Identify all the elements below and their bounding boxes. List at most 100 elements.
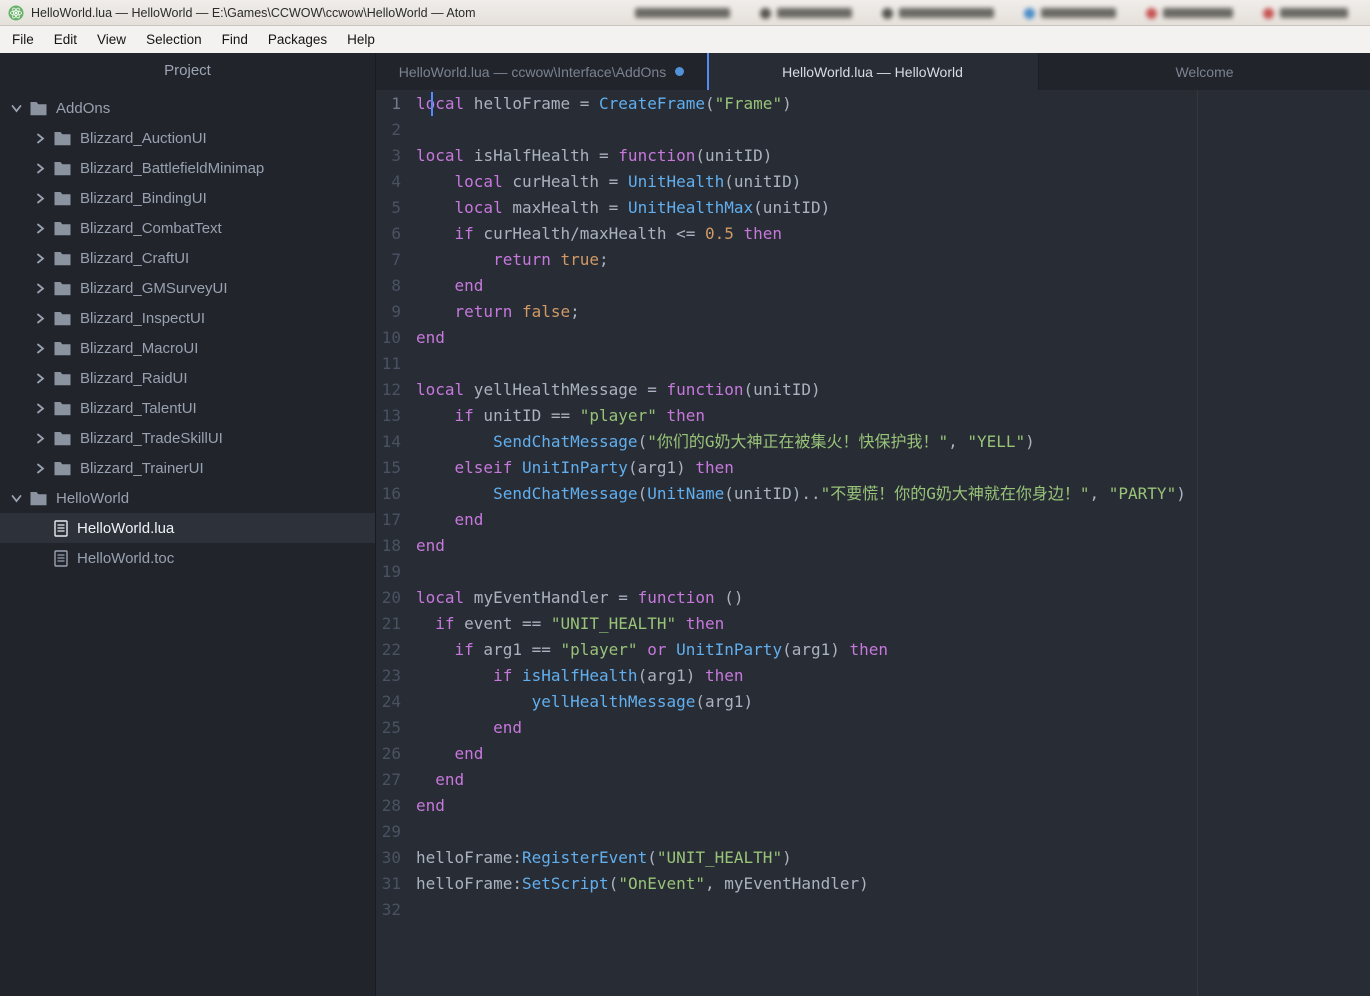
blurred-titlebar-item[interactable] xyxy=(1024,8,1116,19)
chevron-right-icon[interactable] xyxy=(34,253,47,264)
chevron-down-icon[interactable] xyxy=(10,103,23,114)
code-line-15[interactable]: 15 elseif UnitInParty(arg1) then xyxy=(376,455,1370,481)
line-number-17[interactable]: 17 xyxy=(376,507,416,533)
tree-item-blizzard-battlefieldminimap[interactable]: Blizzard_BattlefieldMinimap xyxy=(0,153,375,183)
chevron-right-icon[interactable] xyxy=(34,433,47,444)
line-number-32[interactable]: 32 xyxy=(376,897,416,923)
blurred-titlebar-item[interactable] xyxy=(1263,8,1348,19)
chevron-right-icon[interactable] xyxy=(34,313,47,324)
line-number-2[interactable]: 2 xyxy=(376,117,416,143)
menu-item-view[interactable]: View xyxy=(87,26,136,53)
code-line-11[interactable]: 11 xyxy=(376,351,1370,377)
menu-item-find[interactable]: Find xyxy=(212,26,258,53)
code-line-28[interactable]: 28end xyxy=(376,793,1370,819)
line-number-24[interactable]: 24 xyxy=(376,689,416,715)
line-number-22[interactable]: 22 xyxy=(376,637,416,663)
line-number-3[interactable]: 3 xyxy=(376,143,416,169)
tree-item-helloworld[interactable]: HelloWorld xyxy=(0,483,375,513)
blurred-titlebar-item[interactable] xyxy=(1146,8,1233,19)
code-line-16[interactable]: 16 SendChatMessage(UnitName(unitID).."不要… xyxy=(376,481,1370,507)
code-line-6[interactable]: 6 if curHealth/maxHealth <= 0.5 then xyxy=(376,221,1370,247)
code-line-5[interactable]: 5 local maxHealth = UnitHealthMax(unitID… xyxy=(376,195,1370,221)
code-line-12[interactable]: 12local yellHealthMessage = function(uni… xyxy=(376,377,1370,403)
chevron-right-icon[interactable] xyxy=(34,223,47,234)
code-line-17[interactable]: 17 end xyxy=(376,507,1370,533)
line-number-19[interactable]: 19 xyxy=(376,559,416,585)
code-line-32[interactable]: 32 xyxy=(376,897,1370,923)
chevron-right-icon[interactable] xyxy=(34,133,47,144)
tree-item-helloworld-toc[interactable]: HelloWorld.toc xyxy=(0,543,375,573)
chevron-right-icon[interactable] xyxy=(34,373,47,384)
tree-item-addons[interactable]: AddOns xyxy=(0,93,375,123)
line-number-20[interactable]: 20 xyxy=(376,585,416,611)
chevron-right-icon[interactable] xyxy=(34,403,47,414)
tree-item-blizzard-trainerui[interactable]: Blizzard_TrainerUI xyxy=(0,453,375,483)
code-line-7[interactable]: 7 return true; xyxy=(376,247,1370,273)
blurred-titlebar-item[interactable] xyxy=(635,8,730,18)
code-line-8[interactable]: 8 end xyxy=(376,273,1370,299)
code-line-4[interactable]: 4 local curHealth = UnitHealth(unitID) xyxy=(376,169,1370,195)
tree-item-blizzard-auctionui[interactable]: Blizzard_AuctionUI xyxy=(0,123,375,153)
code-line-23[interactable]: 23 if isHalfHealth(arg1) then xyxy=(376,663,1370,689)
code-line-1[interactable]: 1local helloFrame = CreateFrame("Frame") xyxy=(376,91,1370,117)
line-number-5[interactable]: 5 xyxy=(376,195,416,221)
tree-item-blizzard-combattext[interactable]: Blizzard_CombatText xyxy=(0,213,375,243)
line-number-9[interactable]: 9 xyxy=(376,299,416,325)
line-number-10[interactable]: 10 xyxy=(376,325,416,351)
line-number-15[interactable]: 15 xyxy=(376,455,416,481)
tab-2[interactable]: HelloWorld.lua — HelloWorld xyxy=(707,53,1038,90)
menu-item-edit[interactable]: Edit xyxy=(44,26,87,53)
menu-item-selection[interactable]: Selection xyxy=(136,26,212,53)
code-line-24[interactable]: 24 yellHealthMessage(arg1) xyxy=(376,689,1370,715)
line-number-13[interactable]: 13 xyxy=(376,403,416,429)
code-editor[interactable]: 1local helloFrame = CreateFrame("Frame")… xyxy=(376,90,1370,996)
tree-item-blizzard-raidui[interactable]: Blizzard_RaidUI xyxy=(0,363,375,393)
tree-item-blizzard-gmsurveyui[interactable]: Blizzard_GMSurveyUI xyxy=(0,273,375,303)
line-number-29[interactable]: 29 xyxy=(376,819,416,845)
line-number-16[interactable]: 16 xyxy=(376,481,416,507)
line-number-7[interactable]: 7 xyxy=(376,247,416,273)
code-line-9[interactable]: 9 return false; xyxy=(376,299,1370,325)
line-number-31[interactable]: 31 xyxy=(376,871,416,897)
chevron-right-icon[interactable] xyxy=(34,463,47,474)
line-number-27[interactable]: 27 xyxy=(376,767,416,793)
tree-item-blizzard-inspectui[interactable]: Blizzard_InspectUI xyxy=(0,303,375,333)
line-number-6[interactable]: 6 xyxy=(376,221,416,247)
line-number-12[interactable]: 12 xyxy=(376,377,416,403)
tab-1[interactable]: HelloWorld.lua — ccwow\Interface\AddOns xyxy=(376,53,707,90)
menu-item-file[interactable]: File xyxy=(2,26,44,53)
line-number-4[interactable]: 4 xyxy=(376,169,416,195)
code-line-13[interactable]: 13 if unitID == "player" then xyxy=(376,403,1370,429)
chevron-right-icon[interactable] xyxy=(34,283,47,294)
line-number-23[interactable]: 23 xyxy=(376,663,416,689)
line-number-11[interactable]: 11 xyxy=(376,351,416,377)
code-line-19[interactable]: 19 xyxy=(376,559,1370,585)
tree-item-blizzard-macroui[interactable]: Blizzard_MacroUI xyxy=(0,333,375,363)
menu-item-help[interactable]: Help xyxy=(337,26,385,53)
blurred-titlebar-item[interactable] xyxy=(882,8,994,19)
code-line-22[interactable]: 22 if arg1 == "player" or UnitInParty(ar… xyxy=(376,637,1370,663)
tree-item-blizzard-talentui[interactable]: Blizzard_TalentUI xyxy=(0,393,375,423)
code-line-18[interactable]: 18end xyxy=(376,533,1370,559)
tree-item-blizzard-bindingui[interactable]: Blizzard_BindingUI xyxy=(0,183,375,213)
code-line-10[interactable]: 10end xyxy=(376,325,1370,351)
tree-item-blizzard-tradeskillui[interactable]: Blizzard_TradeSkillUI xyxy=(0,423,375,453)
code-line-26[interactable]: 26 end xyxy=(376,741,1370,767)
blurred-titlebar-item[interactable] xyxy=(760,8,852,19)
line-number-21[interactable]: 21 xyxy=(376,611,416,637)
line-number-1[interactable]: 1 xyxy=(376,91,416,117)
line-number-14[interactable]: 14 xyxy=(376,429,416,455)
code-line-21[interactable]: 21 if event == "UNIT_HEALTH" then xyxy=(376,611,1370,637)
tree-item-helloworld-lua[interactable]: HelloWorld.lua xyxy=(0,513,375,543)
line-number-18[interactable]: 18 xyxy=(376,533,416,559)
tab-3[interactable]: Welcome xyxy=(1038,53,1370,90)
code-line-3[interactable]: 3local isHalfHealth = function(unitID) xyxy=(376,143,1370,169)
code-line-2[interactable]: 2 xyxy=(376,117,1370,143)
code-line-29[interactable]: 29 xyxy=(376,819,1370,845)
menu-item-packages[interactable]: Packages xyxy=(258,26,337,53)
line-number-25[interactable]: 25 xyxy=(376,715,416,741)
chevron-right-icon[interactable] xyxy=(34,343,47,354)
chevron-down-icon[interactable] xyxy=(10,493,23,504)
code-line-31[interactable]: 31helloFrame:SetScript("OnEvent", myEven… xyxy=(376,871,1370,897)
line-number-26[interactable]: 26 xyxy=(376,741,416,767)
